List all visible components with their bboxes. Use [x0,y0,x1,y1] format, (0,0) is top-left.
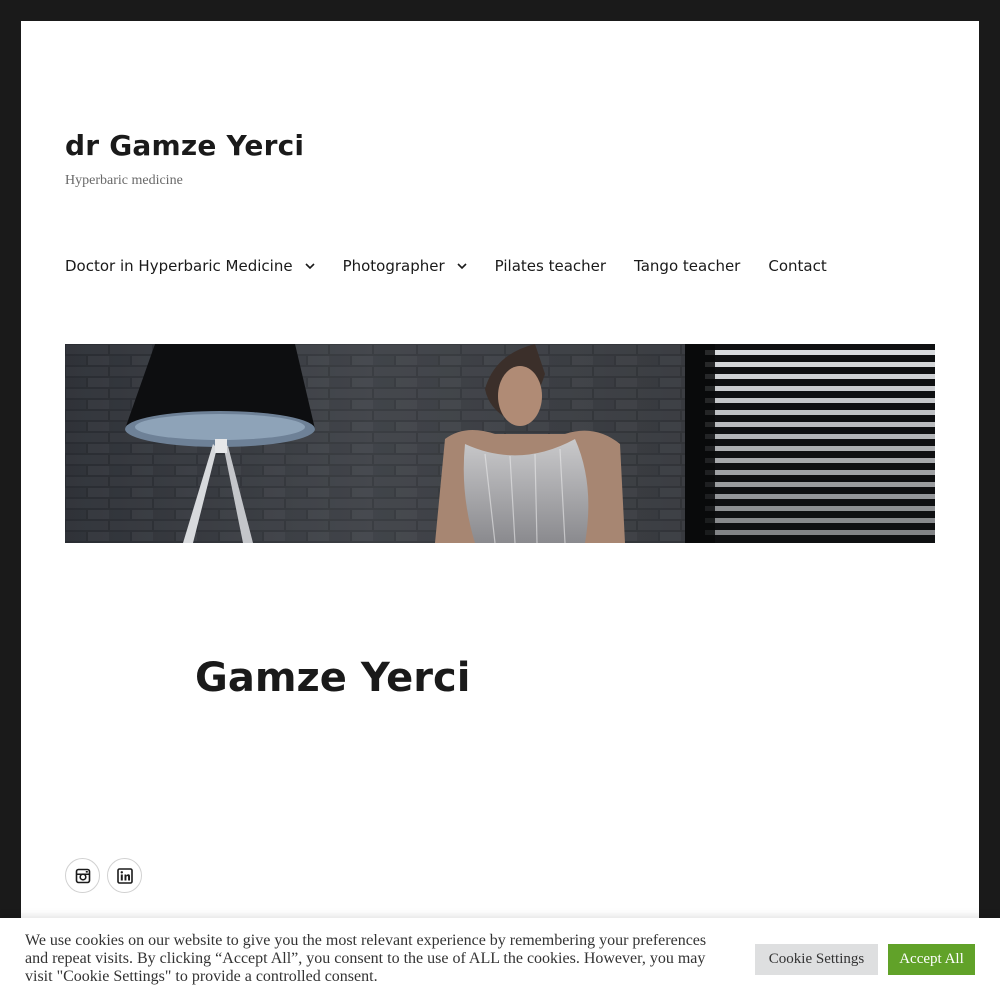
nav-item-contact[interactable]: Contact [768,257,826,275]
social-link-instagram[interactable] [65,858,100,893]
site-title[interactable]: dr Gamze Yerci [65,129,304,162]
nav-item-label: Pilates teacher [494,257,607,275]
linkedin-icon [116,867,133,884]
cookie-consent-bar: We use cookies on our website to give yo… [0,918,1000,1000]
page-title: Gamze Yerci [195,655,471,701]
nav-item-tango[interactable]: Tango teacher [634,257,740,275]
nav-item-pilates[interactable]: Pilates teacher [495,257,606,275]
nav-item-label: Tango teacher [634,257,741,275]
nav-item-photographer[interactable]: Photographer [343,257,467,275]
main-navigation: Doctor in Hyperbaric Medicine Photograph… [65,255,855,277]
nav-item-label: Contact [768,257,827,275]
social-link-linkedin[interactable] [107,858,142,893]
page-container: dr Gamze Yerci Hyperbaric medicine Docto… [21,21,979,1000]
nav-item-label: Photographer [342,257,445,275]
chevron-down-icon[interactable] [457,261,467,271]
instagram-icon [75,868,90,883]
accept-all-button[interactable]: Accept All [888,944,975,975]
header-image [65,344,935,543]
nav-item-doctor[interactable]: Doctor in Hyperbaric Medicine [65,257,315,275]
site-description: Hyperbaric medicine [65,173,183,188]
cookie-notice-text: We use cookies on our website to give yo… [25,932,707,985]
cookie-settings-button[interactable]: Cookie Settings [755,944,878,975]
social-links [65,858,149,893]
chevron-down-icon[interactable] [304,261,315,271]
nav-item-label: Doctor in Hyperbaric Medicine [65,257,293,275]
